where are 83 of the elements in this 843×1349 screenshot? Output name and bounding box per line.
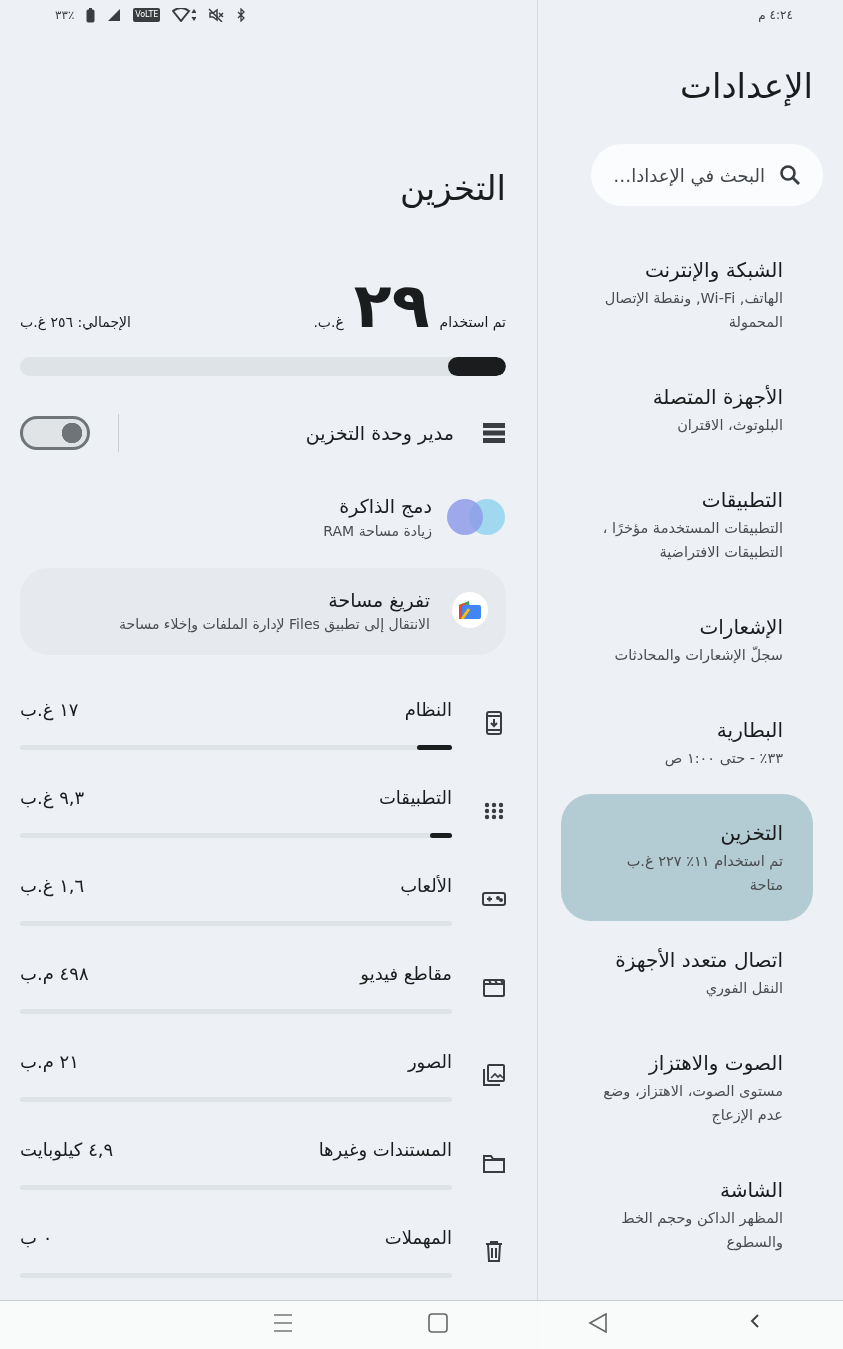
search-icon bbox=[779, 164, 801, 187]
category-label: التطبيقات bbox=[378, 786, 452, 811]
storage-category[interactable]: الألعاب ١,٦ غ.ب bbox=[20, 855, 506, 944]
home-button[interactable] bbox=[428, 1313, 448, 1333]
settings-item[interactable]: اتصال متعدد الأجهزة النقل الفوري bbox=[561, 921, 813, 1025]
recents-button[interactable] bbox=[273, 1313, 293, 1333]
item-title: البطارية bbox=[715, 717, 783, 745]
settings-item[interactable]: الأجهزة المتصلة البلوتوث، الاقتران bbox=[561, 358, 813, 462]
category-size: ٩,٣ غ.ب bbox=[20, 786, 85, 811]
item-subtitle: البلوتوث، الاقتران bbox=[676, 416, 783, 436]
storage-category[interactable]: الصور ٢١ م.ب bbox=[20, 1031, 506, 1120]
overlapping-circles-icon bbox=[446, 497, 506, 536]
bluetooth-icon bbox=[236, 8, 247, 22]
category-label: مقاطع فيديو bbox=[360, 962, 452, 987]
item-subtitle: مستوى الصوت، الاهتزاز، وضع عدم الإزعاج bbox=[602, 1082, 783, 1127]
item-subtitle: ٣٣٪ - حتى ١:٠٠ ص bbox=[663, 749, 783, 769]
settings-item[interactable]: التطبيقات التطبيقات المستخدمة مؤخرًا ، التطبيقات الافتراضية bbox=[561, 461, 813, 589]
home-icon bbox=[428, 1313, 448, 1333]
category-label: المستندات وغيرها bbox=[318, 1138, 452, 1163]
toggle-switch[interactable] bbox=[20, 416, 90, 451]
used-unit: غ.ب. bbox=[313, 313, 344, 333]
used-amount: ٢٩ bbox=[353, 275, 430, 338]
card-title: تفريغ مساحة bbox=[327, 587, 430, 614]
search-field[interactable]: البحث في الإعدادا… bbox=[591, 144, 823, 207]
mute-icon bbox=[208, 8, 225, 22]
item-title: اتصال متعدد الأجهزة bbox=[614, 947, 783, 975]
category-size: ٢١ م.ب bbox=[20, 1050, 79, 1075]
back-icon bbox=[588, 1313, 608, 1333]
signal-icon bbox=[107, 8, 122, 22]
category-size: ٤,٩ كيلوبايت bbox=[20, 1138, 114, 1163]
page-title: الإعدادات bbox=[679, 65, 813, 108]
storage-category[interactable]: مقاطع فيديو ٤٩٨ م.ب bbox=[20, 943, 506, 1032]
item-subtitle: التطبيقات المستخدمة مؤخرًا ، التطبيقات الافتراضية bbox=[601, 519, 783, 563]
network-badge: VoLTE bbox=[133, 8, 161, 22]
back-button[interactable] bbox=[588, 1313, 608, 1333]
settings-item[interactable]: التخزين تم استخدام ١١٪ ٢٢٧ غ.ب متاحة bbox=[561, 794, 813, 922]
usage-label: تم استخدام bbox=[439, 313, 506, 333]
category-size: ٤٩٨ م.ب bbox=[20, 962, 89, 987]
item-title: التخزين bbox=[719, 820, 783, 848]
storage-category[interactable]: النظام ١٧ غ.ب bbox=[20, 679, 506, 768]
settings-item[interactable]: الشاشة المظهر الداكن وحجم الخط والسطوع bbox=[561, 1151, 813, 1279]
settings-item[interactable]: البطارية ٣٣٪ - حتى ١:٠٠ ص bbox=[561, 691, 813, 795]
settings-item[interactable]: الصوت والاهتزاز مستوى الصوت، الاهتزاز، وضع عدم الإزعاج bbox=[561, 1024, 813, 1152]
setting-label: دمج الذاكرة bbox=[338, 494, 432, 520]
storage-list-icon bbox=[482, 422, 506, 445]
battery-percent: ٣٣٪ bbox=[55, 7, 75, 24]
item-subtitle: سجلّ الإشعارات والمحادثات bbox=[613, 645, 783, 666]
battery-icon bbox=[86, 7, 96, 23]
setting-subtitle: زيادة مساحة RAM bbox=[323, 521, 432, 542]
item-title: التطبيقات bbox=[700, 487, 783, 515]
item-title: الصوت والاهتزاز bbox=[647, 1050, 783, 1078]
chevron-button[interactable] bbox=[749, 1313, 761, 1329]
page-title: التخزين bbox=[398, 167, 506, 210]
item-title: الشاشة bbox=[718, 1177, 783, 1205]
settings-item[interactable]: الإشعارات سجلّ الإشعارات والمحادثات bbox=[561, 588, 813, 692]
files-app-icon bbox=[452, 592, 488, 629]
settings-item[interactable]: الشبكة والإنترنت الهاتف, Wi-Fi, ونقطة الإتصال المحمولة bbox=[561, 231, 813, 359]
item-subtitle: النقل الفوري bbox=[704, 979, 783, 999]
item-title: الشبكة والإنترنت bbox=[643, 257, 783, 285]
item-subtitle: الهاتف, Wi-Fi, ونقطة الإتصال المحمولة bbox=[603, 289, 783, 333]
item-title: الأجهزة المتصلة bbox=[651, 384, 783, 412]
storage-category[interactable]: المهملات ٠ ب bbox=[20, 1207, 506, 1296]
category-label: المهملات bbox=[384, 1226, 452, 1251]
card-subtitle: الانتقال إلى تطبيق Files لإدارة الملفات وإخلاء مساحة bbox=[119, 615, 430, 635]
category-label: الألعاب bbox=[400, 874, 452, 899]
storage-category[interactable]: المستندات وغيرها ٤,٩ كيلوبايت bbox=[20, 1119, 506, 1208]
item-subtitle: تم استخدام ١١٪ ٢٢٧ غ.ب متاحة bbox=[625, 852, 783, 896]
category-size: ١٧ غ.ب bbox=[20, 698, 79, 723]
category-size: ٠ ب bbox=[20, 1226, 53, 1251]
item-subtitle: المظهر الداكن وحجم الخط والسطوع bbox=[620, 1209, 783, 1253]
photo-stack-icon bbox=[482, 1063, 506, 1088]
category-size: ١,٦ غ.ب bbox=[20, 874, 85, 899]
setting-label: مدير وحدة التخزين bbox=[305, 420, 454, 447]
total-capacity: الإجمالي: ٢٥٦ غ.ب bbox=[20, 313, 131, 333]
recents-icon bbox=[273, 1313, 293, 1333]
item-title: الإشعارات bbox=[698, 614, 783, 642]
chevron-icon bbox=[749, 1313, 761, 1329]
clock-time: ٤:٢٤ م bbox=[758, 7, 793, 24]
category-label: الصور bbox=[407, 1050, 452, 1075]
free-space-card[interactable]: تفريغ مساحة الانتقال إلى تطبيق Files لإدارة الملفات وإخلاء مساحة bbox=[20, 567, 506, 656]
category-label: النظام bbox=[404, 698, 452, 723]
wifi-icon bbox=[172, 8, 197, 22]
storage-category[interactable]: التطبيقات ٩,٣ غ.ب bbox=[20, 767, 506, 856]
